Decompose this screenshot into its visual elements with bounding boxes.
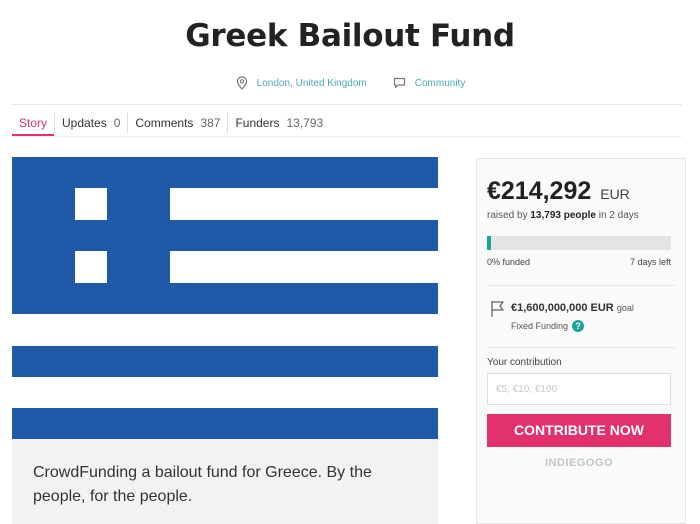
flag-stripe <box>12 283 438 314</box>
progress-fill <box>487 236 491 250</box>
category-label: Community <box>414 77 466 89</box>
divider <box>12 104 682 105</box>
amount-raised: €214,292 EUR <box>487 177 630 206</box>
funding-type-label: Fixed Funding <box>511 321 569 331</box>
page-title: Greek Bailout Fund <box>185 18 515 54</box>
story-text: CrowdFunding a bailout fund for Greece. … <box>33 464 372 505</box>
goal-amount: €1,600,000,000 <box>511 302 588 314</box>
tab-updates[interactable]: Updates 0 <box>55 113 129 133</box>
flag-canton <box>107 157 170 220</box>
raised-summary: raised by 13,793 people in 2 days <box>487 210 639 221</box>
tab-label: Updates <box>62 116 107 130</box>
contribution-label: Your contribution <box>487 357 562 368</box>
tab-label: Story <box>19 116 48 130</box>
tab-count: 387 <box>200 116 221 130</box>
location-pin-icon <box>235 76 249 90</box>
tab-comments[interactable]: Comments 387 <box>128 113 229 133</box>
flag-stripe <box>12 346 438 377</box>
campaign-meta: London, United Kingdom Community <box>0 76 700 90</box>
progress-bar <box>487 236 671 250</box>
tab-label: Funders <box>235 116 280 130</box>
people-count: 13,793 people <box>530 210 596 221</box>
flag-stripe <box>12 220 438 251</box>
amount-value: €214,292 <box>487 177 592 205</box>
tab-label: Comments <box>135 116 194 130</box>
contribution-input[interactable] <box>487 373 671 405</box>
goal-currency: EUR <box>590 302 614 314</box>
raised-prefix: raised by <box>487 210 528 221</box>
raised-suffix: in 2 days <box>598 210 639 221</box>
story-section: CrowdFunding a bailout fund for Greece. … <box>12 439 438 524</box>
flag-canton <box>107 251 170 314</box>
funding-type: Fixed Funding ? <box>511 320 585 332</box>
indiegogo-logo: INDIEGOGO <box>544 457 614 469</box>
location-link[interactable]: London, United Kingdom <box>235 76 367 90</box>
tab-bar: Story Updates 0 Comments 387 Funders 13,… <box>12 113 330 133</box>
help-circle-icon[interactable]: ? <box>572 320 585 332</box>
goal-word: goal <box>616 303 634 313</box>
flag-canton <box>12 157 75 220</box>
speech-bubble-icon <box>393 76 407 90</box>
tab-story[interactable]: Story <box>12 113 56 133</box>
divider <box>12 136 682 137</box>
days-left: 7 days left <box>629 257 671 267</box>
goal-line: €1,600,000,000 EUR goal <box>511 302 634 314</box>
funding-panel: €214,292 EUR raised by 13,793 people in … <box>476 158 686 524</box>
location-label: London, United Kingdom <box>256 77 367 89</box>
tab-count: 13,793 <box>286 116 324 130</box>
flag-stripe <box>12 408 438 439</box>
flag-icon <box>489 299 507 319</box>
campaign-image-greek-flag <box>12 157 438 439</box>
divider <box>487 347 675 348</box>
divider <box>487 285 675 286</box>
flag-stripe <box>12 157 438 188</box>
flag-canton <box>12 251 75 314</box>
contribute-now-button[interactable]: CONTRIBUTE NOW <box>487 414 671 447</box>
tab-funders[interactable]: Funders 13,793 <box>228 113 330 133</box>
tab-count: 0 <box>113 116 121 130</box>
amount-currency: EUR <box>600 186 630 202</box>
percent-funded: 0% funded <box>487 257 531 267</box>
category-link[interactable]: Community <box>393 76 466 90</box>
